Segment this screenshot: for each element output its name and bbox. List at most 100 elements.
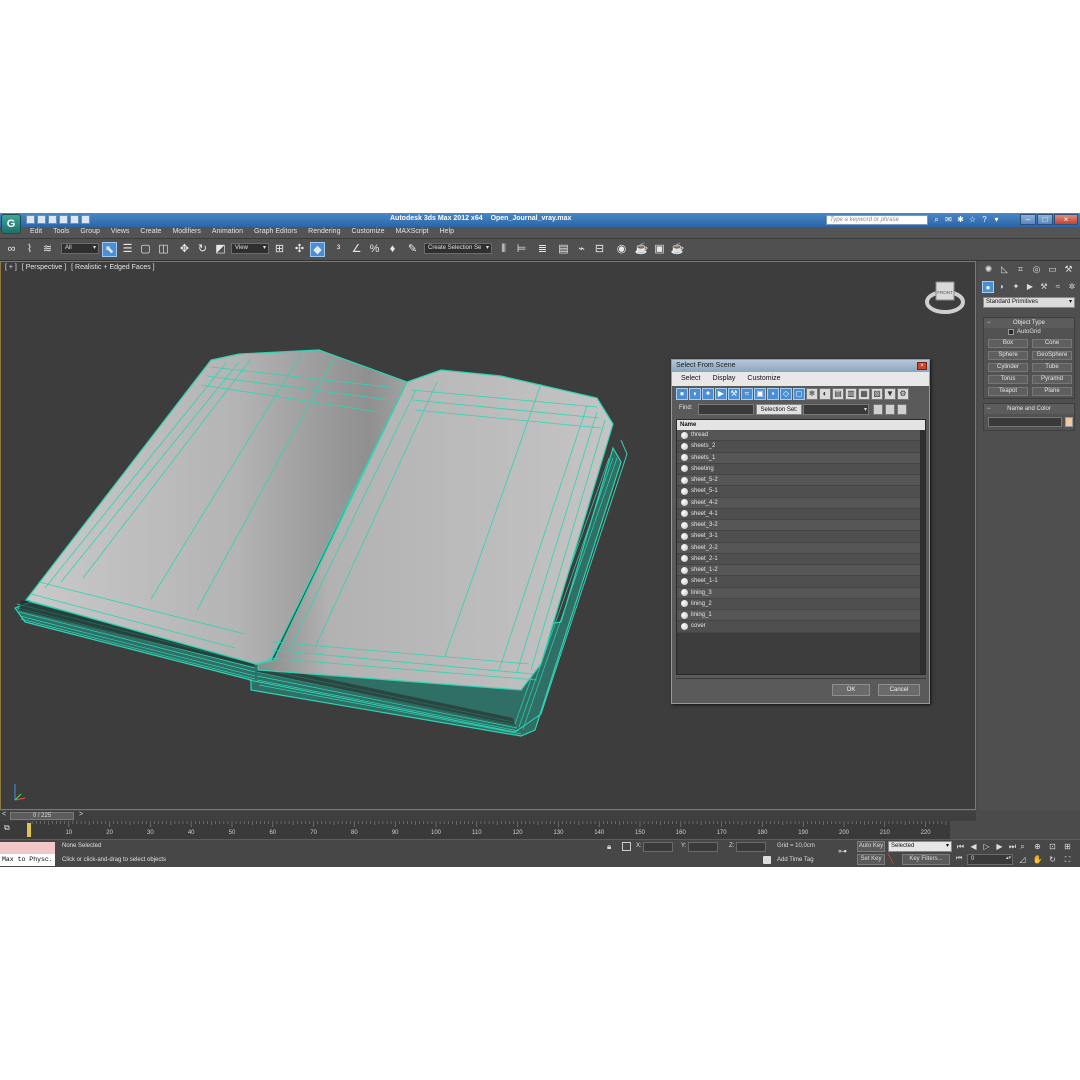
menu-group[interactable]: Group <box>80 228 99 235</box>
default-in-out-tangent-icon[interactable]: ╲ <box>888 854 900 865</box>
list-item[interactable]: sheet_3-2 <box>677 520 922 532</box>
layer-manager-icon[interactable]: ≣ <box>535 242 550 257</box>
primitive-category-dropdown[interactable]: Standard Primitives <box>983 297 1075 308</box>
new-file-icon[interactable] <box>26 215 35 224</box>
window-crossing-icon[interactable]: ◫ <box>156 242 171 257</box>
link-icon[interactable]: ∞ <box>4 242 19 257</box>
list-item[interactable]: sheet_4-1 <box>677 508 922 520</box>
set-key-button[interactable]: Set Key <box>857 854 885 865</box>
list-item[interactable]: sheets_1 <box>677 452 922 464</box>
list-scrollbar[interactable] <box>920 430 925 674</box>
create-torus-button[interactable]: Torus <box>988 375 1028 384</box>
list-item[interactable]: sheet_2-1 <box>677 553 922 565</box>
key-mode-toggle-icon[interactable]: ⏮ <box>956 855 962 863</box>
spinner-snap-icon[interactable]: ♦ <box>385 242 400 257</box>
scale-icon[interactable]: ◩ <box>213 242 228 257</box>
move-icon[interactable]: ✥ <box>177 242 192 257</box>
play-icon[interactable]: ▷ <box>981 841 992 852</box>
maximize-button[interactable]: □ <box>1037 214 1053 225</box>
maxscript-output[interactable]: Max to Physc. <box>0 854 55 866</box>
maximize-viewport-icon[interactable]: ⛶ <box>1061 854 1074 865</box>
create-geosphere-button[interactable]: GeoSphere <box>1032 351 1072 360</box>
create-tab-icon[interactable]: ✺ <box>982 263 995 275</box>
list-item[interactable]: sheet_3-1 <box>677 531 922 543</box>
display-cameras-icon[interactable]: ▶ <box>715 388 727 400</box>
selection-filter-dropdown[interactable]: All <box>61 243 99 254</box>
list-item[interactable]: sheet_1-1 <box>677 576 922 588</box>
time-slider-handle[interactable]: 0 / 225 <box>10 812 74 820</box>
display-space-warps-icon[interactable]: ≈ <box>741 388 753 400</box>
key-filters-button[interactable]: Key Filters... <box>902 854 950 865</box>
dialog-menu-customize[interactable]: Customize <box>747 372 780 386</box>
render-production-icon[interactable]: ☕ <box>670 242 685 257</box>
list-item[interactable]: lining_3 <box>677 587 922 599</box>
display-xrefs-icon[interactable]: ▪ <box>767 388 779 400</box>
menu-graph-editors[interactable]: Graph Editors <box>254 228 297 235</box>
display-containers-icon[interactable]: ◻ <box>793 388 805 400</box>
create-cylinder-button[interactable]: Cylinder <box>988 363 1028 372</box>
menu-edit[interactable]: Edit <box>30 228 42 235</box>
subscription-icon[interactable]: ✉ <box>944 215 953 224</box>
named-selection-set-dropdown[interactable]: Create Selection Se <box>424 243 492 254</box>
select-manipulate-icon[interactable]: ✣ <box>292 242 307 257</box>
display-invert-icon[interactable]: ▦ <box>858 388 870 400</box>
save-file-icon[interactable] <box>48 215 57 224</box>
y-coordinate-field[interactable] <box>688 842 718 852</box>
rotate-icon[interactable]: ↻ <box>195 242 210 257</box>
list-item[interactable]: lining_2 <box>677 598 922 610</box>
snaps-toggle-icon[interactable]: ³ <box>331 242 346 257</box>
app-logo-icon[interactable]: G <box>1 214 21 234</box>
dialog-menu-select[interactable]: Select <box>681 372 700 386</box>
x-coordinate-field[interactable] <box>643 842 673 852</box>
create-box-button[interactable]: Box <box>988 339 1028 348</box>
list-item[interactable]: sheet_5-1 <box>677 486 922 498</box>
filter-icon[interactable]: ▼ <box>884 388 896 400</box>
track-bar[interactable]: ⧉ 10 20 30 40 50 60 70 80 90 100 110 120 130 140 150 16… <box>0 821 950 839</box>
binoculars-icon[interactable]: ⌕ <box>932 215 941 224</box>
unlink-icon[interactable]: ⌇ <box>22 242 37 257</box>
undo-icon[interactable] <box>59 215 68 224</box>
zoom-all-icon[interactable]: ⊕ <box>1031 841 1044 852</box>
select-by-name-icon[interactable]: ☰ <box>120 242 135 257</box>
zoom-extents-icon[interactable]: ⊡ <box>1046 841 1059 852</box>
helpers-category-icon[interactable]: ⚒ <box>1038 281 1050 293</box>
object-type-rollout-title[interactable]: Object Type <box>984 318 1074 328</box>
minimize-button[interactable]: – <box>1020 214 1036 225</box>
modify-tab-icon[interactable]: ◺ <box>998 263 1011 275</box>
rectangular-selection-icon[interactable]: ▢ <box>138 242 153 257</box>
favorites-icon[interactable]: ☆ <box>968 215 977 224</box>
time-slider-next[interactable]: > <box>79 811 83 818</box>
shapes-category-icon[interactable]: ◗ <box>996 281 1008 293</box>
next-frame-icon[interactable]: ▶ <box>994 841 1005 852</box>
cancel-button[interactable]: Cancel <box>878 684 920 696</box>
list-item[interactable]: sheet_2-2 <box>677 542 922 554</box>
geometry-category-icon[interactable]: ● <box>982 281 994 293</box>
display-bones-icon[interactable]: ◇ <box>780 388 792 400</box>
align-icon[interactable]: ⊨ <box>514 242 529 257</box>
name-and-color-rollout-title[interactable]: Name and Color <box>984 404 1074 414</box>
curve-editor-icon[interactable]: ⌁ <box>574 242 589 257</box>
perspective-viewport[interactable]: [ + ] [ Perspective ] [ Realistic + Edge… <box>0 261 976 810</box>
dialog-title[interactable]: Select From Scene <box>672 360 929 372</box>
add-time-tag[interactable]: Add Time Tag <box>777 857 814 863</box>
selection-set-dropdown[interactable] <box>803 404 869 415</box>
pivot-center-icon[interactable]: ⊞ <box>272 242 287 257</box>
field-of-view-icon[interactable]: ◿ <box>1016 854 1029 865</box>
edit-named-selection-icon[interactable]: ✎ <box>405 242 420 257</box>
absolute-mode-icon[interactable] <box>622 842 631 851</box>
remove-selection-set-icon[interactable] <box>897 404 907 415</box>
menu-maxscript[interactable]: MAXScript <box>396 228 429 235</box>
create-plane-button[interactable]: Plane <box>1032 387 1072 396</box>
list-item[interactable]: sheet_1-2 <box>677 565 922 577</box>
list-item[interactable]: cover <box>677 621 922 633</box>
dropdown-icon[interactable]: ▾ <box>992 215 1001 224</box>
close-button[interactable]: × <box>1054 214 1078 225</box>
schematic-view-icon[interactable]: ⊟ <box>592 242 607 257</box>
angle-snap-icon[interactable]: ∠ <box>349 242 364 257</box>
autogrid-checkbox-box[interactable] <box>1008 329 1014 335</box>
redo-icon[interactable] <box>70 215 79 224</box>
pan-icon[interactable]: ✋ <box>1031 854 1044 865</box>
display-lights-icon[interactable]: ✦ <box>702 388 714 400</box>
object-color-swatch[interactable] <box>1065 417 1073 427</box>
dialog-close-button[interactable]: × <box>917 362 927 370</box>
